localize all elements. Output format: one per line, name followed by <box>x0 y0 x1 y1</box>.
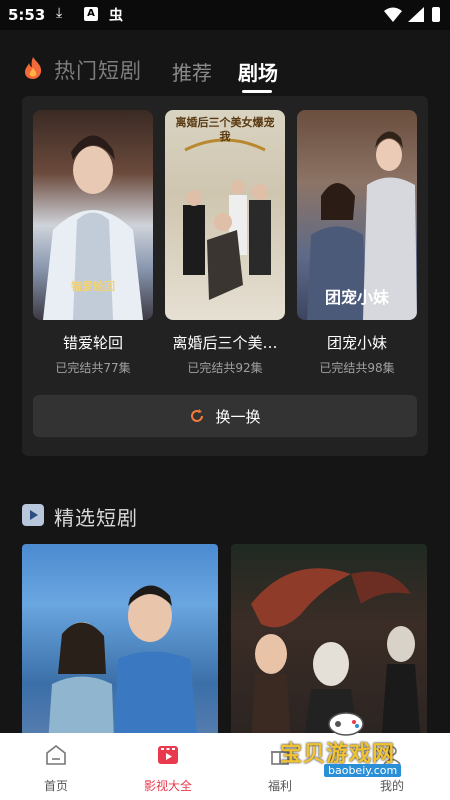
featured-poster[interactable] <box>22 544 218 744</box>
video-icon <box>158 746 178 764</box>
bug-icon: 虫 <box>109 8 123 24</box>
poster-caption: 离婚后三个美女爆宠我 <box>175 116 275 143</box>
refresh-label: 换一换 <box>215 407 261 426</box>
top-header: 热门短剧 推荐 剧场 <box>22 52 422 93</box>
nav-videos-label: 影视大全 <box>143 779 192 793</box>
card-episodes: 已完结共98集 <box>319 361 395 375</box>
download-icon: ⤓ <box>56 5 63 21</box>
nav-videos[interactable]: 影视大全 <box>112 733 224 800</box>
fire-icon <box>25 57 42 79</box>
card-title[interactable]: 团宠小妹 <box>297 332 417 353</box>
drama-card[interactable]: 离婚后三个美女爆宠我 离婚后三个美… 已完结共92集 <box>165 110 285 376</box>
poster-caption: 错爱轮回 <box>71 280 115 293</box>
featured-section-header: 精选短剧 <box>22 502 322 532</box>
drama-card[interactable]: 团宠小妹 团宠小妹 已完结共98集 <box>297 110 417 376</box>
signal-icon <box>408 7 424 22</box>
section-title-featured: 精选短剧 <box>54 506 138 530</box>
nav-home[interactable]: 首页 <box>0 733 112 800</box>
drama-card[interactable]: 错爱轮回 错爱轮回 已完结共77集 <box>33 110 153 376</box>
battery-icon <box>432 7 440 22</box>
card-episodes: 已完结共92集 <box>187 361 263 375</box>
poster-caption: 团宠小妹 <box>324 288 389 307</box>
drama-panel: 错爱轮回 错爱轮回 已完结共77集 离婚后三个美女爆宠我 离婚后三个美… 已完结… <box>22 96 428 456</box>
wifi-icon <box>384 7 402 22</box>
refresh-icon <box>191 409 204 422</box>
gamepad-icon <box>328 712 364 736</box>
section-title-hot: 热门短剧 <box>54 59 142 83</box>
card-title[interactable]: 离婚后三个美… <box>165 332 285 353</box>
nav-home-label: 首页 <box>43 779 68 793</box>
refresh-button[interactable]: 换一换 <box>33 395 417 437</box>
tab-indicator <box>242 90 272 93</box>
tab-theater[interactable]: 剧场 <box>238 57 278 86</box>
poster-image[interactable]: 离婚后三个美女爆宠我 <box>165 110 285 320</box>
tab-recommend[interactable]: 推荐 <box>172 57 212 86</box>
status-time: 5:53 <box>8 6 46 24</box>
app-notification-icon: A <box>84 7 98 21</box>
poster-image[interactable]: 团宠小妹 <box>297 110 417 320</box>
status-bar: 5:53 ⤓ A 虫 <box>0 0 450 30</box>
card-title[interactable]: 错爱轮回 <box>33 332 153 353</box>
card-episodes: 已完结共77集 <box>55 361 131 375</box>
home-icon <box>46 744 66 765</box>
poster-image[interactable]: 错爱轮回 <box>33 110 153 320</box>
watermark-url: baobeiy.com <box>324 764 402 777</box>
watermark-logo: 宝贝游戏网 baobeiy.com <box>268 706 418 782</box>
play-icon <box>22 504 44 526</box>
